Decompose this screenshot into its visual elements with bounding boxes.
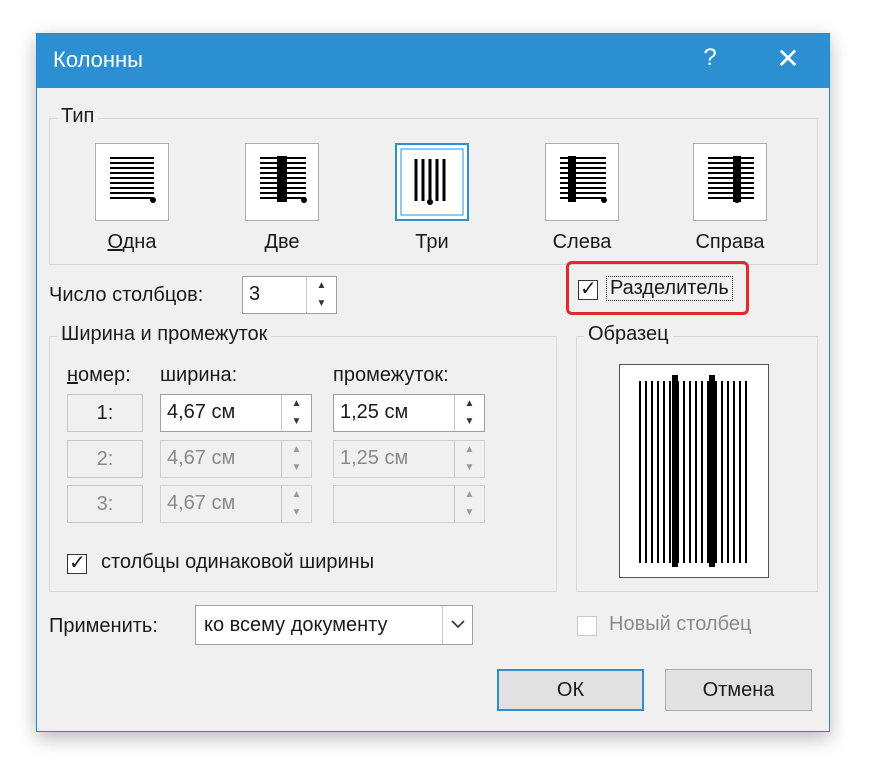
equal-width-checkbox[interactable]: ✓ xyxy=(67,552,87,574)
columns-count-spinner[interactable]: ▲ ▼ xyxy=(306,277,336,313)
check-icon: ✓ xyxy=(69,552,86,574)
row1-width-input[interactable]: 4,67 см ▲ ▼ xyxy=(160,394,312,432)
spinner-down-icon: ▼ xyxy=(291,507,302,518)
preset-two-label: Две xyxy=(264,231,300,253)
row1-width-value: 4,67 см xyxy=(167,401,236,423)
check-icon: ✓ xyxy=(580,278,597,300)
spinner-down-icon[interactable]: ▼ xyxy=(307,295,336,313)
preset-two-icon xyxy=(260,156,307,203)
close-button[interactable]: ✕ xyxy=(770,42,806,75)
apply-dropdown[interactable]: ко всему документу xyxy=(195,605,473,645)
new-column-checkbox xyxy=(577,616,597,636)
columns-count-value: 3 xyxy=(249,283,261,305)
row3-number: 3: xyxy=(67,485,143,523)
columns-count-input[interactable]: 3 ▲ ▼ xyxy=(242,276,337,314)
separator-checkbox[interactable]: ✓ xyxy=(578,278,598,300)
preset-left-button[interactable] xyxy=(545,143,619,221)
spinner-up-icon[interactable]: ▲ xyxy=(282,395,311,413)
preset-one-icon xyxy=(110,157,156,203)
spinner-down-icon: ▼ xyxy=(291,462,302,473)
row1-width-spinner[interactable]: ▲ ▼ xyxy=(281,395,311,431)
header-number: номер: xyxy=(67,364,131,386)
row1-spacing-spinner[interactable]: ▲ ▼ xyxy=(454,395,484,431)
spinner-up-icon: ▲ xyxy=(464,489,475,500)
separator-label: Разделитель xyxy=(606,276,733,301)
apply-label: Применить: xyxy=(49,615,158,637)
header-width: ширина: xyxy=(160,364,238,386)
apply-value: ко всему документу xyxy=(204,614,388,636)
preset-three-icon xyxy=(400,148,464,216)
spinner-up-icon: ▲ xyxy=(291,444,302,455)
equal-width-label: столбцы одинаковой ширины xyxy=(101,551,375,573)
columns-dialog: Колонны ? ✕ Тип Одна Две Три Слева Справ… xyxy=(36,33,830,732)
title-bar: Колонны ? ✕ xyxy=(37,34,829,88)
spinner-up-icon[interactable]: ▲ xyxy=(307,277,336,295)
row2-spacing-spinner: ▲ ▼ xyxy=(454,441,484,477)
preset-one-label: Одна xyxy=(107,231,157,253)
spinner-up-icon[interactable]: ▲ xyxy=(455,395,484,413)
spinner-down-icon[interactable]: ▼ xyxy=(282,413,311,431)
preset-two-button[interactable] xyxy=(245,143,319,221)
preset-three-label: Три xyxy=(415,231,449,253)
preset-right-button[interactable] xyxy=(693,143,767,221)
row2-width-value: 4,67 см xyxy=(167,447,236,469)
row2-width-spinner: ▲ ▼ xyxy=(281,441,311,477)
row3-width-input: 4,67 см ▲ ▼ xyxy=(160,485,312,523)
spinner-up-icon: ▲ xyxy=(464,444,475,455)
chevron-down-icon[interactable] xyxy=(442,606,474,644)
row3-spacing-input: ▲ ▼ xyxy=(333,485,485,523)
preset-one-button[interactable] xyxy=(95,143,169,221)
preset-right-icon xyxy=(708,156,754,203)
row3-width-spinner: ▲ ▼ xyxy=(281,486,311,522)
preview-page xyxy=(619,364,769,578)
columns-count-label: Число столбцов: xyxy=(49,284,204,306)
row1-spacing-value: 1,25 см xyxy=(340,401,409,423)
preset-left-label: Слева xyxy=(552,231,612,253)
row1-number: 1: xyxy=(67,394,143,432)
help-button[interactable]: ? xyxy=(695,44,725,72)
row3-width-value: 4,67 см xyxy=(167,492,236,514)
preview-image xyxy=(639,375,747,567)
spinner-down-icon[interactable]: ▼ xyxy=(455,413,484,431)
ok-button[interactable]: ОК xyxy=(497,669,644,711)
preset-right-label: Справа xyxy=(695,231,765,253)
spinner-down-icon: ▼ xyxy=(464,462,475,473)
dialog-title: Колонны xyxy=(53,47,143,72)
row2-spacing-value: 1,25 см xyxy=(340,447,409,469)
row3-spacing-spinner: ▲ ▼ xyxy=(454,486,484,522)
cancel-button[interactable]: Отмена xyxy=(665,669,812,711)
preset-three-button[interactable] xyxy=(395,143,469,221)
header-spacing: промежуток: xyxy=(333,364,449,386)
row2-number: 2: xyxy=(67,440,143,478)
preset-left-icon xyxy=(560,156,607,203)
type-group-label: Тип xyxy=(57,105,99,128)
spinner-down-icon: ▼ xyxy=(464,507,475,518)
spinner-up-icon: ▲ xyxy=(291,489,302,500)
row1-spacing-input[interactable]: 1,25 см ▲ ▼ xyxy=(333,394,485,432)
row2-width-input: 4,67 см ▲ ▼ xyxy=(160,440,312,478)
width-spacing-label: Ширина и промежуток xyxy=(57,323,272,346)
row2-spacing-input: 1,25 см ▲ ▼ xyxy=(333,440,485,478)
new-column-label: Новый столбец xyxy=(609,613,752,635)
preview-label: Образец xyxy=(584,323,673,346)
